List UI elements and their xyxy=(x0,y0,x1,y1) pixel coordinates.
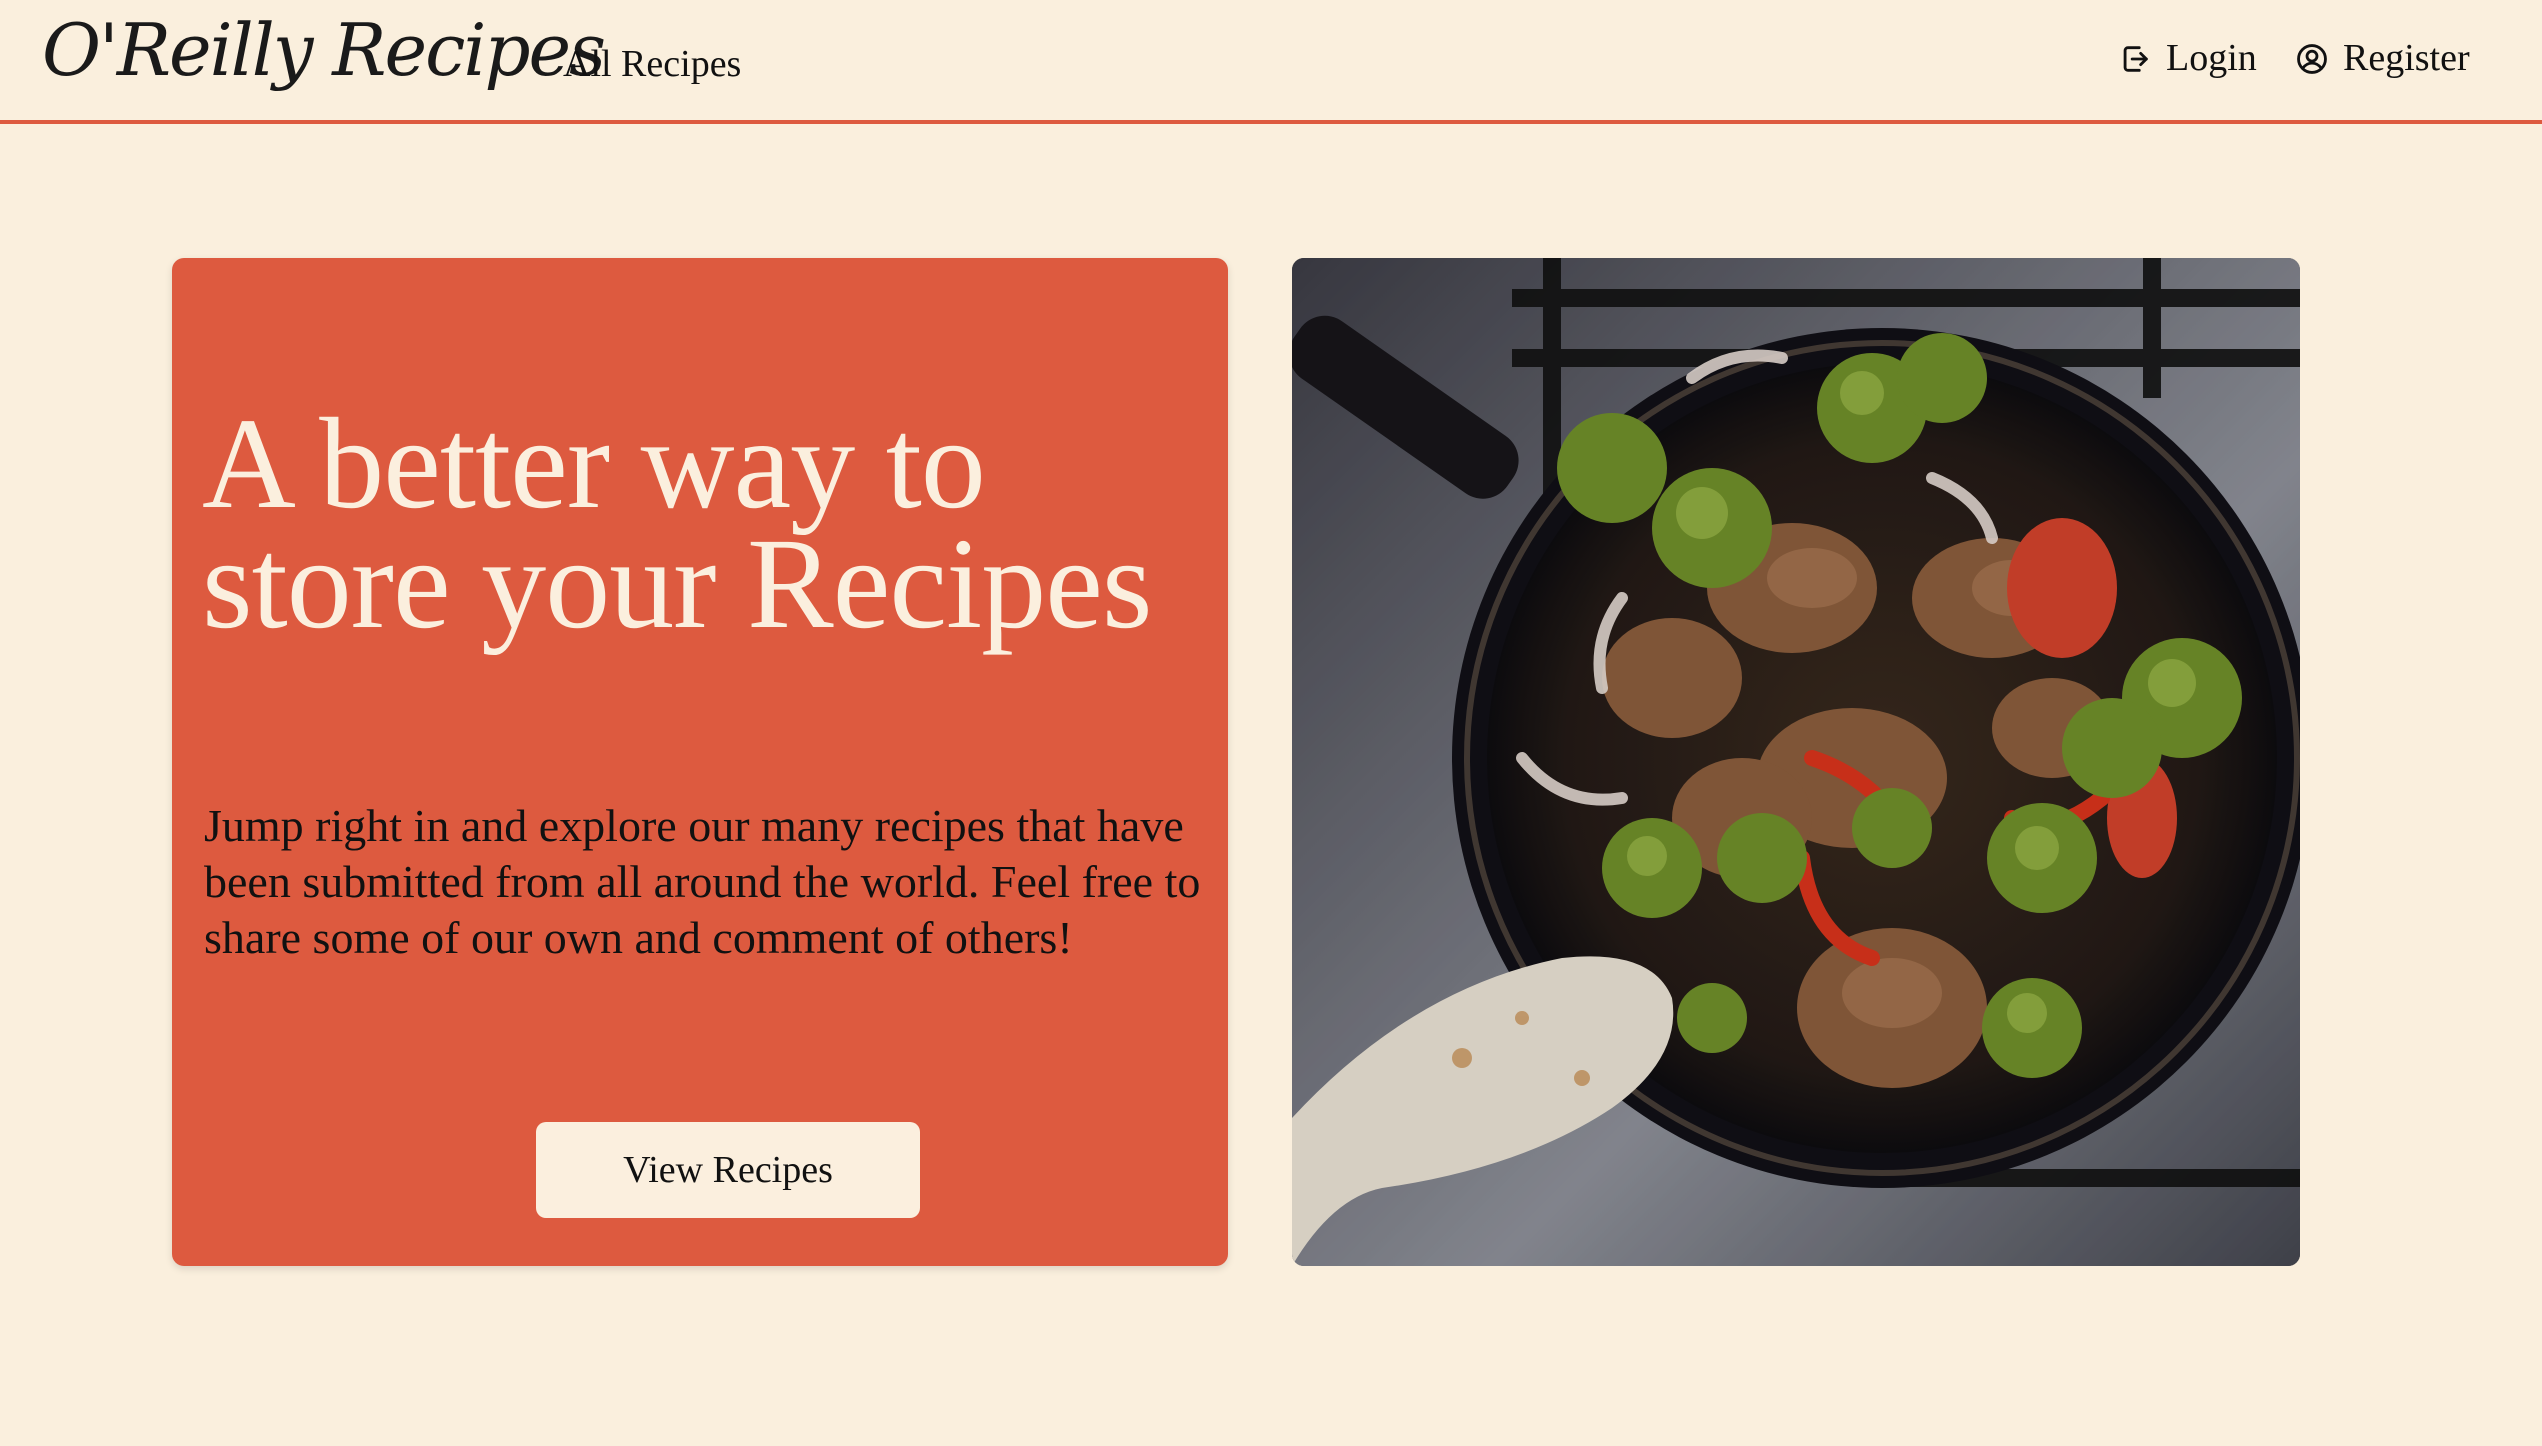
hero-food-image xyxy=(1292,258,2300,1266)
hero-description: Jump right in and explore our many recip… xyxy=(204,800,1201,963)
hero-card: A better way to store your Recipes Jump … xyxy=(172,258,1228,1266)
top-navbar: O'Reilly Recipes All Recipes Login Regis… xyxy=(0,0,2542,124)
nav-link-all-recipes[interactable]: All Recipes xyxy=(563,42,741,88)
register-label: Register xyxy=(2343,37,2470,79)
hero-title: A better way to store your Recipes xyxy=(202,392,1153,656)
login-link[interactable]: Login xyxy=(2118,36,2257,82)
login-label: Login xyxy=(2166,37,2257,79)
user-circle-icon xyxy=(2295,42,2329,76)
register-link[interactable]: Register xyxy=(2295,36,2470,82)
view-recipes-button[interactable]: View Recipes xyxy=(536,1122,920,1218)
site-logo[interactable]: O'Reilly Recipes xyxy=(42,14,606,86)
login-icon xyxy=(2118,42,2152,76)
